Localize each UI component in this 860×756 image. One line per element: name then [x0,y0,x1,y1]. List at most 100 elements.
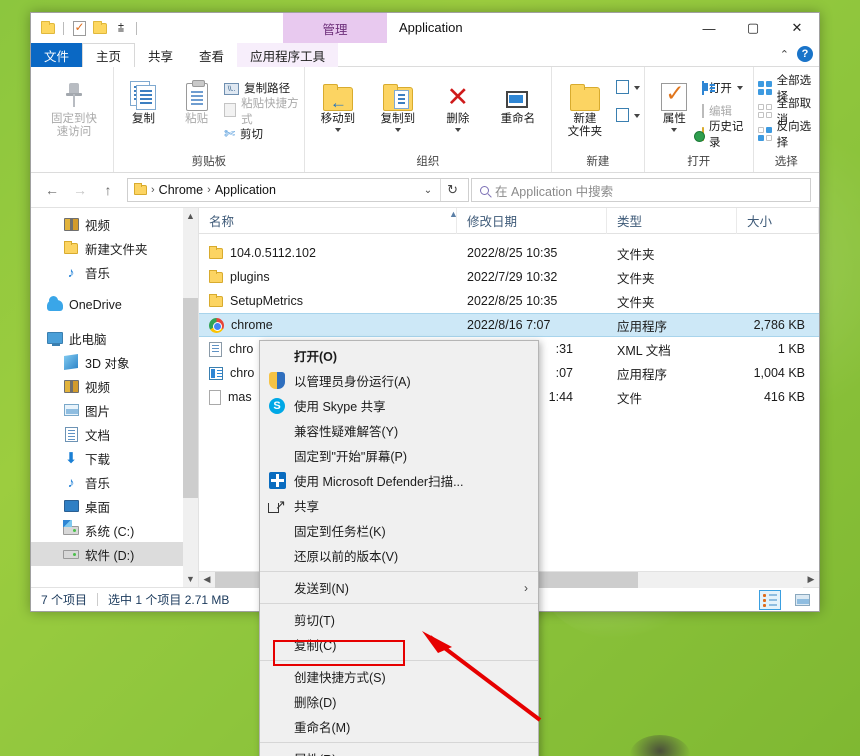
column-header-date[interactable]: 修改日期 [457,207,607,234]
menu-item-rename[interactable]: 重命名(M) [260,714,538,739]
menu-item-restore-previous-versions[interactable]: 还原以前的版本(V) [260,543,538,568]
menu-item-pin-to-start[interactable]: 固定到"开始"屏幕(P) [260,443,538,468]
refresh-icon[interactable]: ↻ [440,179,464,201]
tab-view[interactable]: 查看 [186,43,237,67]
qat-properties-icon[interactable] [70,19,88,37]
back-button[interactable]: ← [39,178,65,202]
tab-home[interactable]: 主页 [82,43,136,67]
easy-access-button[interactable] [615,106,640,126]
nav-item-videos-quick[interactable]: 视频 [31,212,198,236]
properties-caret-icon[interactable] [671,128,678,133]
details-view-button[interactable] [759,589,781,610]
menu-item-send-to[interactable]: 发送到(N) › [260,575,538,600]
nav-item-desktop[interactable]: 桌面 [31,494,198,518]
menu-item-run-as-administrator[interactable]: 以管理员身份运行(A) [260,368,538,393]
nav-item-new-folder[interactable]: 新建文件夹 [31,236,198,260]
qat-folder-icon[interactable] [39,19,57,37]
tab-share[interactable]: 共享 [135,43,186,67]
collapse-ribbon-icon[interactable]: ⌃ [780,48,789,61]
search-box[interactable]: 在 Application 中搜索 [471,178,811,202]
nav-item-pictures[interactable]: 图片 [31,398,198,422]
menu-item-scan-with-defender[interactable]: 使用 Microsoft Defender扫描... [260,468,538,493]
table-row[interactable]: plugins 2022/7/29 10:32 文件夹 [199,265,819,289]
close-button[interactable]: ✕ [775,13,819,43]
nav-item-system-c[interactable]: 系统 (C:) [31,518,198,542]
breadcrumb-item-chrome[interactable]: Chrome [159,183,203,197]
search-placeholder: 在 Application 中搜索 [495,184,614,199]
nav-item-onedrive[interactable]: OneDrive [31,293,198,317]
minimize-button[interactable]: — [687,13,731,43]
pin-icon [63,75,85,111]
hscroll-left-icon[interactable]: ◀ [199,572,215,588]
tab-file[interactable]: 文件 [31,43,83,67]
open-button[interactable]: 打开 [701,78,749,98]
easy-access-caret-icon[interactable] [633,114,640,118]
properties-button[interactable]: 属性 [649,73,700,133]
nav-item-downloads[interactable]: ⬇ 下载 [31,446,198,470]
nav-item-documents[interactable]: 文档 [31,422,198,446]
rename-button[interactable]: 重命名 [489,73,547,126]
new-folder-button[interactable]: 新建 文件夹 [556,73,614,139]
move-to-icon: ← [322,75,353,111]
paste-button[interactable]: 粘贴 [171,73,222,126]
ribbon-group-new: 新建 文件夹 新建 [550,67,644,172]
breadcrumb-dropdown-icon[interactable]: ⌄ [424,185,436,196]
nav-scroll-thumb[interactable] [183,298,198,498]
nav-item-software-d[interactable]: 软件 (D:) [31,542,198,566]
menu-item-share[interactable]: ↗ 共享 [260,493,538,518]
history-button[interactable]: 历史记录 [701,121,749,149]
menu-item-copy[interactable]: 复制(C) [260,632,538,657]
copy-to-button[interactable]: 复制到 [369,73,427,133]
table-row[interactable]: SetupMetrics 2022/8/25 10:35 文件夹 [199,289,819,313]
invert-selection-button[interactable]: 反向选择 [757,121,815,149]
delete-button[interactable]: ✕ 删除 [429,73,487,133]
pin-to-quick-access-button[interactable]: 固定到快 速访问 [45,73,103,139]
delete-caret-icon[interactable] [454,128,461,133]
menu-item-open[interactable]: 打开(O) [260,343,538,368]
tab-application-tools[interactable]: 应用程序工具 [237,43,339,67]
column-headers: 名称 修改日期 类型 大小 ▲ [199,207,819,234]
up-button[interactable]: ↑ [95,178,121,202]
menu-item-pin-to-taskbar[interactable]: 固定到任务栏(K) [260,518,538,543]
open-caret-icon[interactable] [736,86,743,90]
cut-button[interactable]: ✄ 剪切 [224,124,300,144]
new-item-caret-icon[interactable] [633,86,640,90]
menu-item-delete[interactable]: 删除(D) [260,689,538,714]
new-item-button[interactable] [615,78,640,98]
ribbon-group-label-clipboard: 剪贴板 [191,156,227,168]
nav-item-3d-objects[interactable]: 3D 对象 [31,350,198,374]
nav-item-music-quick[interactable]: ♪ 音乐 [31,260,198,284]
menu-item-cut[interactable]: 剪切(T) [260,607,538,632]
column-header-name[interactable]: 名称 [199,207,457,234]
nav-item-this-pc[interactable]: 此电脑 [31,326,198,350]
copy-icon [129,75,158,111]
menu-item-create-shortcut[interactable]: 创建快捷方式(S) [260,664,538,689]
qat-new-folder-icon[interactable] [91,19,109,37]
breadcrumb[interactable]: › Chrome › Application ⌄ ↻ [127,178,469,202]
help-icon[interactable]: ? [797,46,813,62]
menu-item-properties[interactable]: 属性(R) [260,746,538,756]
paste-shortcut-button[interactable]: 粘贴快捷方式 [224,98,300,126]
maximize-button[interactable]: ▢ [731,13,775,43]
table-row[interactable]: 104.0.5112.102 2022/8/25 10:35 文件夹 [199,241,819,265]
copy-to-caret-icon[interactable] [394,128,401,133]
move-to-button[interactable]: ← 移动到 [309,73,367,133]
thumbnail-view-button[interactable] [791,590,813,610]
nav-item-videos[interactable]: 视频 [31,374,198,398]
menu-item-share-with-skype[interactable]: S 使用 Skype 共享 [260,393,538,418]
table-row[interactable]: chrome 2022/8/16 7:07 应用程序 2,786 KB [199,313,819,337]
nav-scroll-down-icon[interactable]: ▼ [183,571,198,587]
move-to-caret-icon[interactable] [334,128,341,133]
menu-item-compatibility-troubleshoot[interactable]: 兼容性疑难解答(Y) [260,418,538,443]
hscroll-right-icon[interactable]: ▶ [803,572,819,588]
column-header-type[interactable]: 类型 [607,207,737,234]
column-header-size[interactable]: 大小 [737,207,819,234]
nav-gap-2 [31,317,198,326]
nav-item-music[interactable]: ♪ 音乐 [31,470,198,494]
nav-scroll-up-icon[interactable]: ▲ [183,208,198,224]
forward-button[interactable]: → [67,178,93,202]
breadcrumb-item-application[interactable]: Application [215,183,276,197]
copy-button[interactable]: 复制 [118,73,169,126]
qat-customize-caret-icon[interactable]: ⩲ [112,19,130,37]
navigation-scrollbar[interactable]: ▲ ▼ [183,208,198,587]
